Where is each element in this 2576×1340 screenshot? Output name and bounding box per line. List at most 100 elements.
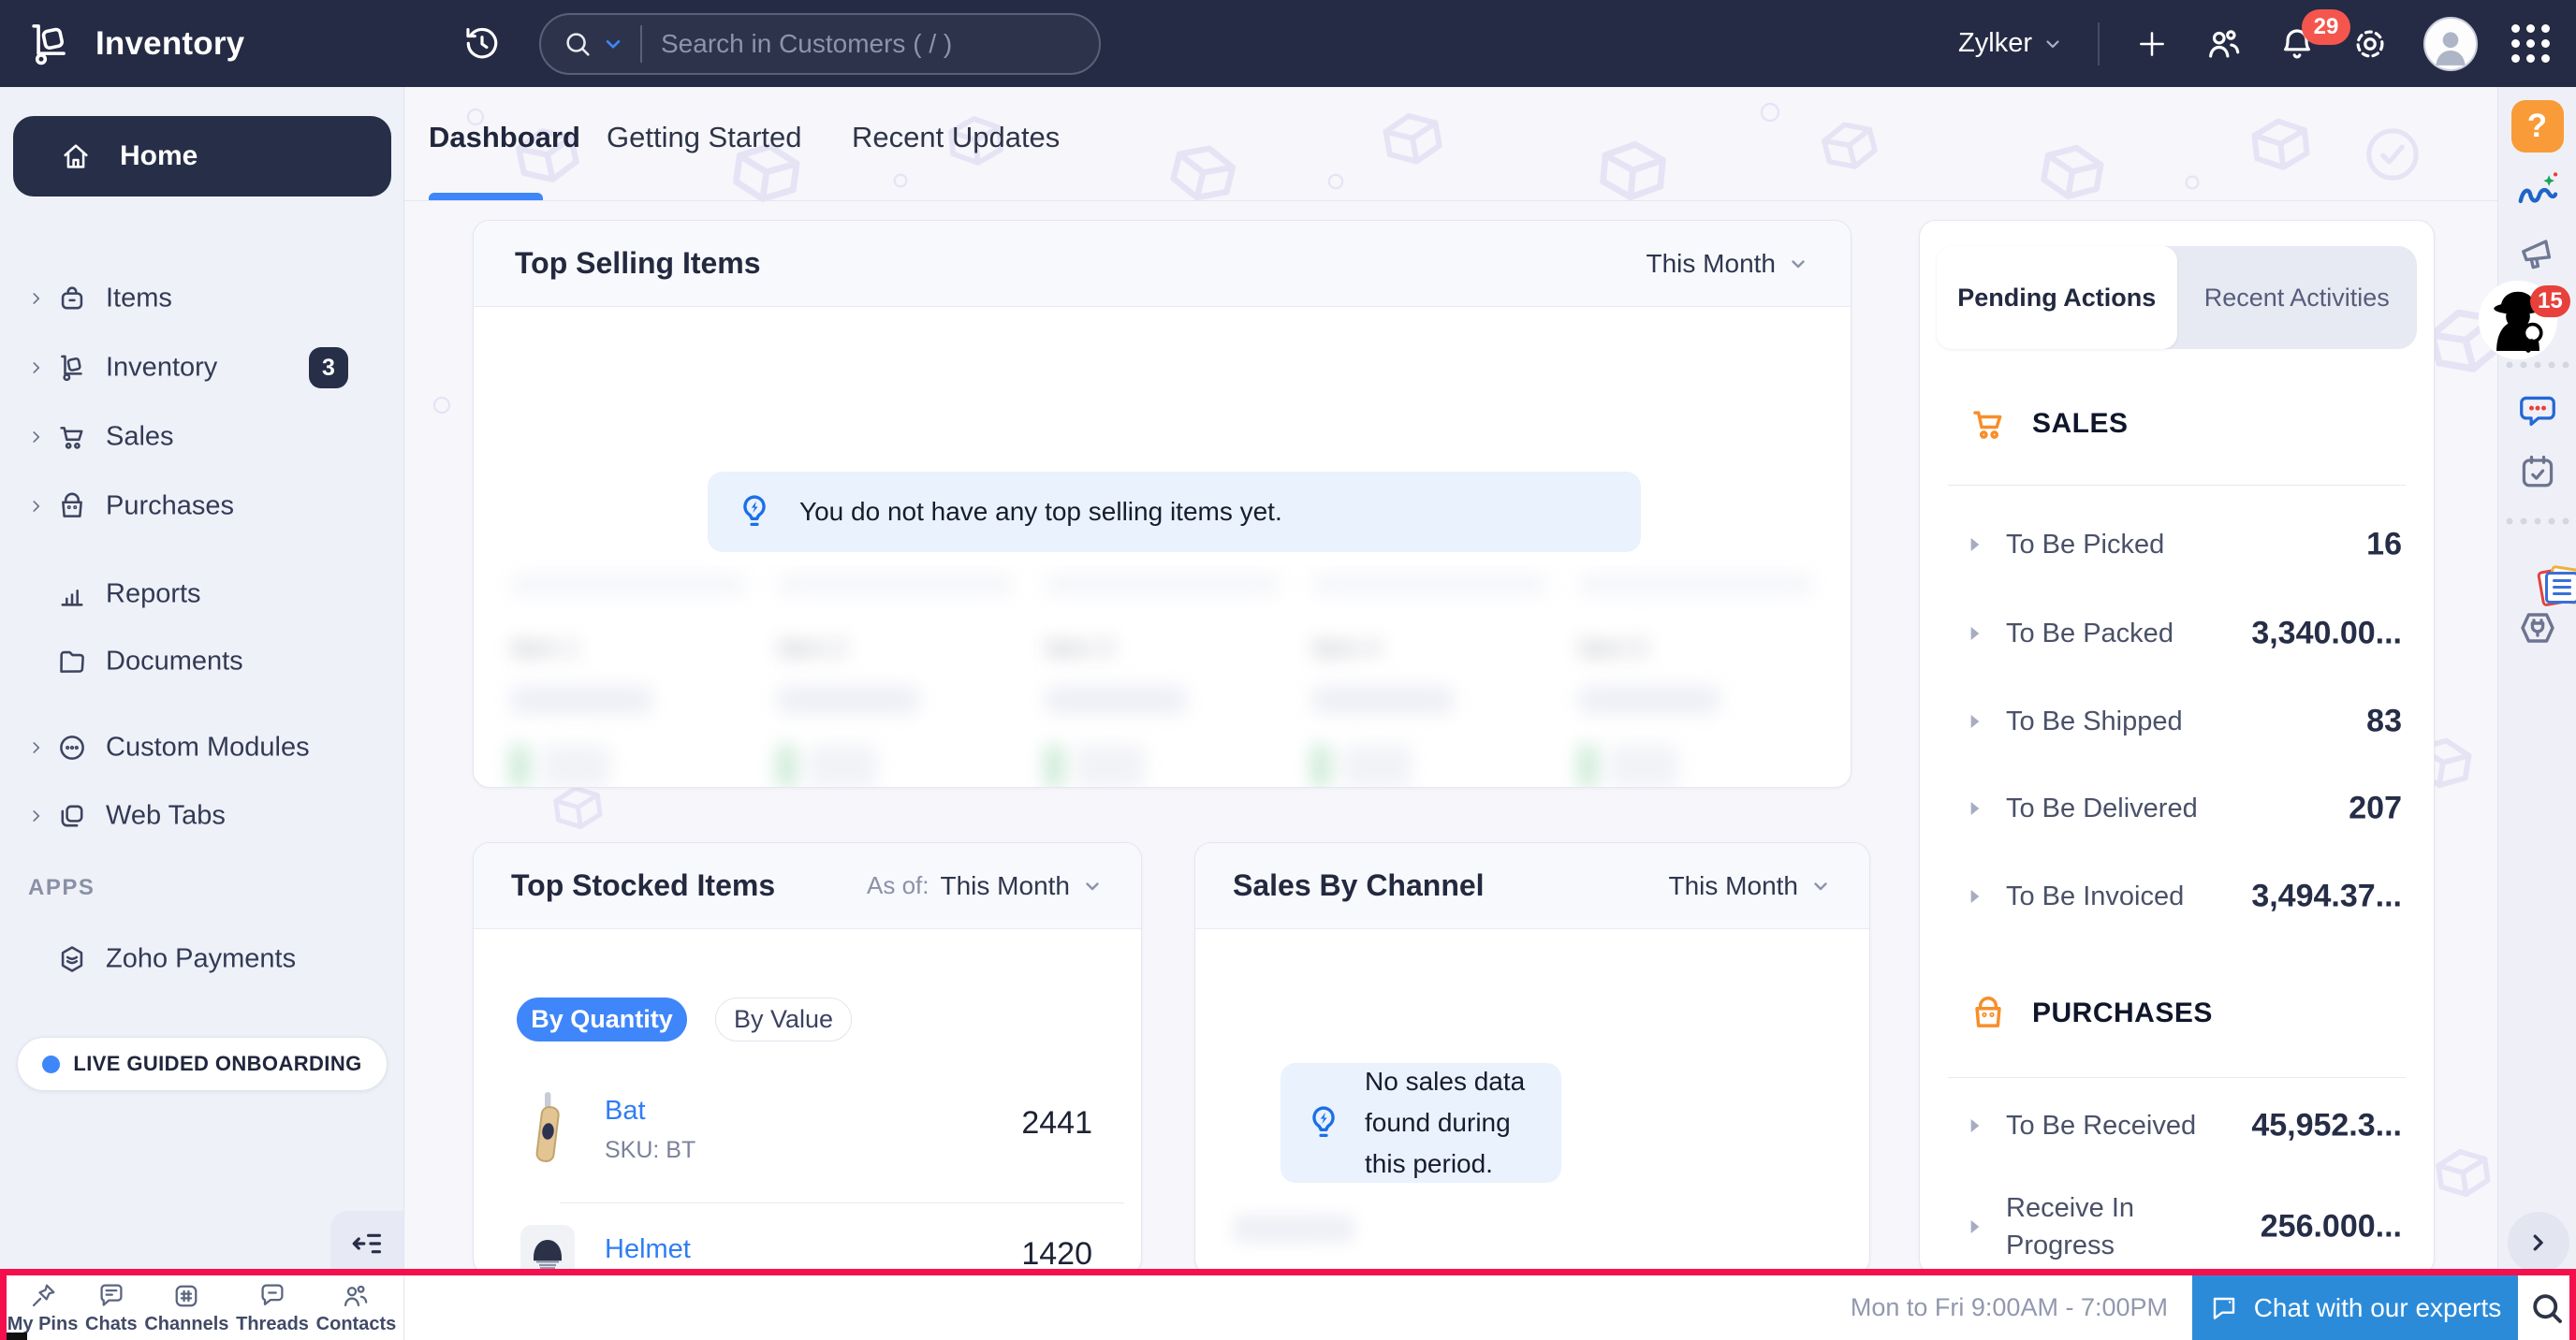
dock-item-label: Channels: [144, 1314, 228, 1335]
dock-item-my-pins[interactable]: My Pins: [7, 1281, 79, 1335]
sidebar-item-home[interactable]: Home: [13, 116, 391, 197]
ghost-item: Item 3: [1046, 574, 1280, 788]
pending-row-to-be-invoiced[interactable]: To Be Invoiced 3,494.37...: [1920, 868, 2434, 925]
sidebar-item-documents[interactable]: Documents: [0, 632, 404, 692]
bat-product-image: [520, 1090, 575, 1165]
chevron-right-icon[interactable]: [26, 806, 47, 826]
sidebar-collapse-button[interactable]: [330, 1211, 403, 1275]
org-selector[interactable]: Zylker: [1958, 28, 2064, 59]
users-icon[interactable]: [2204, 24, 2244, 64]
row-label: Receive In Progress: [2006, 1189, 2221, 1264]
sidebar-item-purchases[interactable]: Purchases: [0, 476, 404, 536]
sidebar-item-label: Zoho Payments: [106, 944, 296, 975]
chevron-right-icon[interactable]: [26, 288, 47, 309]
reports-chart-icon: [56, 578, 88, 610]
pending-row-to-be-shipped[interactable]: To Be Shipped 83: [1920, 693, 2434, 750]
card-header: Sales By Channel This Month: [1195, 843, 1869, 929]
history-icon[interactable]: [462, 24, 502, 64]
chevron-right-icon[interactable]: [26, 737, 47, 758]
by-value-toggle[interactable]: By Value: [715, 998, 852, 1041]
card-header: Top Stocked Items As of: This Month: [474, 843, 1141, 929]
sidebar-item-inventory[interactable]: Inventory 3: [0, 338, 404, 398]
sidebar-item-web-tabs[interactable]: Web Tabs: [0, 786, 404, 846]
dock-item-label: Threads: [236, 1314, 309, 1335]
quick-create-button[interactable]: [2133, 25, 2171, 63]
settings-gear-icon[interactable]: [2350, 24, 2390, 64]
dots-separator: [2506, 362, 2569, 369]
card-title: Sales By Channel: [1233, 868, 1485, 903]
period-dropdown[interactable]: This Month: [1669, 871, 1833, 901]
live-guided-onboarding-button[interactable]: LIVE GUIDED ONBOARDING: [17, 1037, 388, 1091]
sidebar-item-label: Reports: [106, 579, 201, 610]
row-divider: [560, 1202, 1124, 1203]
app-window: Inventory Zylker 29: [0, 0, 2576, 1340]
as-of-period-dropdown[interactable]: As of: This Month: [867, 871, 1104, 901]
chevron-right-icon: [1963, 884, 1987, 909]
row-value: 207: [2349, 791, 2402, 827]
pin-icon: [28, 1281, 58, 1311]
sidebar-item-sales[interactable]: Sales: [0, 407, 404, 467]
ghost-item: Item 5: [1579, 574, 1813, 788]
by-quantity-toggle[interactable]: By Quantity: [517, 998, 687, 1041]
global-search[interactable]: [539, 13, 1101, 75]
pending-actions-panel: Pending Actions Recent Activities SALES …: [1919, 220, 2435, 1275]
sidebar-item-custom-modules[interactable]: Custom Modules: [0, 718, 404, 778]
chat-with-experts-button[interactable]: Chat with our experts: [2192, 1275, 2518, 1340]
pending-row-to-be-received[interactable]: To Be Received 45,952.3...: [1920, 1098, 2434, 1154]
pending-row-receive-in-progress[interactable]: Receive In Progress 256.000...: [1920, 1175, 2434, 1275]
dock-item-contacts[interactable]: Contacts: [316, 1281, 397, 1335]
item-name-link[interactable]: Helmet: [605, 1234, 691, 1265]
chevron-right-icon[interactable]: [26, 357, 47, 378]
pending-row-to-be-picked[interactable]: To Be Picked 16: [1920, 517, 2434, 573]
topbar-actions: Zylker 29: [1958, 17, 2576, 71]
sales-cart-icon: [1969, 404, 2008, 444]
tasks-calendar-icon[interactable]: [2516, 451, 2559, 494]
feedback-chat-icon[interactable]: [2516, 390, 2559, 433]
topbar-divider: [2098, 22, 2100, 66]
sidebar-item-items[interactable]: Items: [0, 269, 404, 328]
top-bar: Inventory Zylker 29: [0, 0, 2576, 87]
sidebar-item-reports[interactable]: Reports: [0, 564, 404, 624]
announcements-megaphone-icon[interactable]: [2515, 232, 2560, 277]
dock-item-threads[interactable]: Threads: [236, 1281, 309, 1335]
app-grid-icon[interactable]: [2511, 24, 2550, 63]
pending-row-to-be-packed[interactable]: To Be Packed 3,340.00...: [1920, 605, 2434, 662]
search-input[interactable]: [661, 29, 1078, 59]
zia-assistant-icon[interactable]: [2513, 168, 2562, 216]
documents-folder-icon: [56, 646, 88, 677]
tab-recent-activities[interactable]: Recent Activities: [2177, 246, 2418, 349]
help-button[interactable]: ?: [2511, 100, 2564, 153]
tab-pending-actions[interactable]: Pending Actions: [1937, 246, 2177, 349]
chevron-right-icon[interactable]: [26, 496, 47, 517]
section-title: PURCHASES: [2032, 998, 2213, 1029]
dock-item-channels[interactable]: Channels: [144, 1281, 228, 1335]
notifications-bell-icon[interactable]: 29: [2277, 24, 2317, 64]
page-tab-band: [404, 87, 2497, 201]
pending-row-to-be-delivered[interactable]: To Be Delivered 207: [1920, 780, 2434, 837]
user-avatar[interactable]: [2423, 17, 2478, 71]
chevron-right-icon[interactable]: [26, 427, 47, 447]
detective-count-badge: 15: [2530, 285, 2570, 317]
chevron-right-icon: [1963, 709, 1987, 734]
panel-collapse-button[interactable]: [2508, 1212, 2569, 1274]
sidebar-item-zoho-payments[interactable]: Zoho Payments: [0, 929, 404, 989]
dock-item-chats[interactable]: Chats: [85, 1281, 138, 1335]
item-name-link[interactable]: Bat: [605, 1096, 646, 1127]
chevron-down-icon: [1809, 875, 1832, 897]
right-utility-rail: ?: [2497, 87, 2576, 1275]
item-sku: SKU: BT: [605, 1137, 695, 1164]
app-logo[interactable]: Inventory: [0, 19, 404, 69]
integrations-plug-icon[interactable]: [2515, 605, 2560, 650]
dock-search-icon[interactable]: [2518, 1289, 2576, 1328]
row-label: To Be Picked: [2006, 526, 2164, 563]
search-scope-chevron-icon[interactable]: [601, 32, 625, 56]
detective-assistant-icon[interactable]: 15: [2477, 279, 2559, 361]
sales-cart-icon: [56, 421, 88, 453]
period-value: This Month: [1647, 249, 1777, 279]
custom-modules-icon: [56, 732, 88, 764]
channels-hash-icon: [171, 1281, 201, 1311]
period-dropdown[interactable]: This Month: [1647, 249, 1810, 279]
home-icon: [60, 140, 92, 172]
sidebar-item-label: Home: [120, 140, 198, 172]
card-body: No sales data found during this period.: [1195, 929, 1869, 1275]
